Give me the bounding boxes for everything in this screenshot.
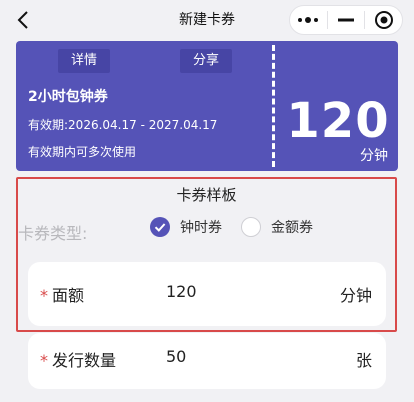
mini-program-capsule: [289, 5, 403, 35]
face-value-label: * 面额: [40, 282, 84, 306]
face-value-unit: 分钟: [339, 286, 372, 305]
quantity-row: * 发行数量 50 张: [28, 333, 386, 389]
radio-amount-coupon[interactable]: 金额券: [241, 217, 313, 237]
coupon-dashed-divider: [272, 45, 275, 167]
face-value-input[interactable]: 120: [166, 282, 197, 301]
radio-label: 金额券: [271, 220, 313, 236]
minimize-icon: [338, 18, 354, 22]
quantity-input[interactable]: 50: [166, 347, 186, 366]
coupon-unit: 分钟: [360, 148, 388, 164]
radio-checked-icon: [150, 217, 170, 237]
more-button[interactable]: [290, 6, 327, 34]
face-value-row: * 面额 120 分钟: [28, 262, 386, 326]
radio-hour-coupon[interactable]: 钟时券: [150, 217, 222, 237]
required-mark: *: [40, 351, 48, 370]
radio-label: 钟时券: [180, 220, 222, 236]
close-program-button[interactable]: [365, 6, 402, 34]
coupon-preview-card: 详情 分享 2小时包钟券 有效期:2026.04.17 - 2027.04.17…: [16, 41, 398, 171]
nav-bar: 新建卡券: [0, 0, 414, 40]
template-title: 卡券样板: [176, 186, 237, 204]
more-dots-icon: [298, 17, 319, 23]
coupon-type-label: 卡券类型:: [18, 224, 88, 243]
coupon-validity: 有效期:2026.04.17 - 2027.04.17: [28, 118, 218, 132]
quantity-label-text: 发行数量: [52, 351, 117, 370]
radio-unchecked-icon: [241, 217, 261, 237]
target-icon: [374, 11, 393, 29]
detail-button[interactable]: 详情: [58, 49, 110, 73]
coupon-usage-note: 有效期内可多次使用: [28, 145, 137, 159]
face-value-label-text: 面额: [52, 286, 85, 305]
minimize-button[interactable]: [328, 6, 365, 34]
share-button[interactable]: 分享: [180, 49, 232, 73]
required-mark: *: [40, 286, 48, 305]
page: 新建卡券 详情 分享 2小时包钟券 有效期:2026.04.17 - 2027.…: [0, 0, 414, 402]
quantity-unit: 张: [355, 351, 372, 370]
coupon-amount: 120: [286, 93, 390, 149]
coupon-name: 2小时包钟券: [28, 89, 108, 105]
quantity-label: * 发行数量: [40, 347, 116, 371]
